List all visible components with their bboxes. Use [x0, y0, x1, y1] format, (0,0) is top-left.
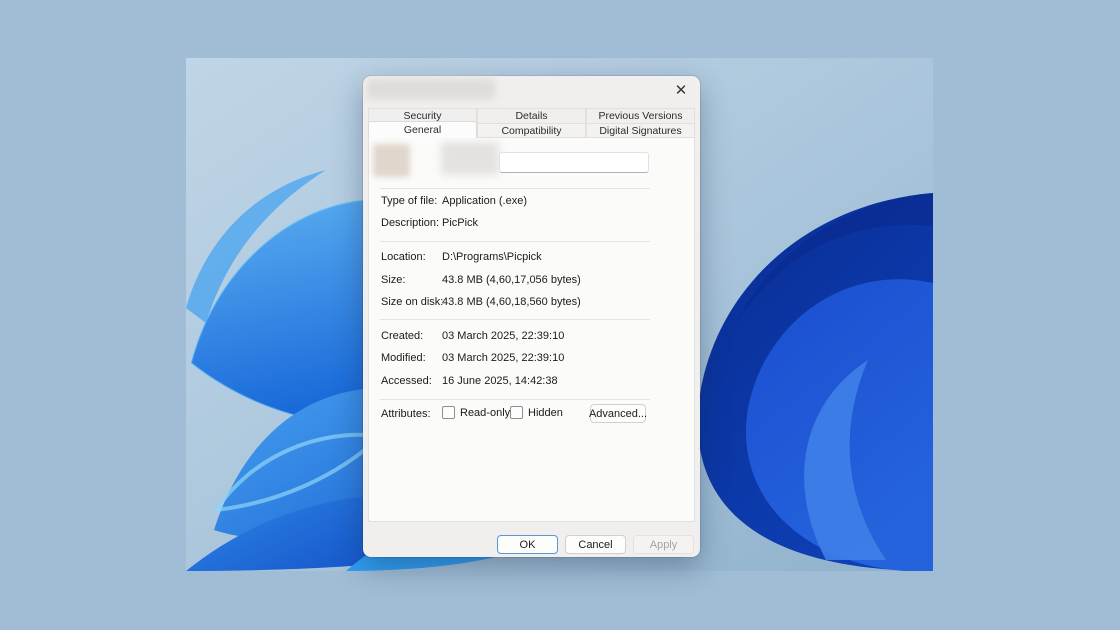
field-created: Created: 03 March 2025, 22:39:10	[369, 330, 694, 343]
field-value: Application (.exe)	[442, 195, 527, 207]
close-button[interactable]: ✕	[668, 78, 694, 102]
field-size: Size: 43.8 MB (4,60,17,056 bytes)	[369, 274, 694, 287]
cancel-button[interactable]: Cancel	[565, 535, 626, 554]
separator	[380, 319, 650, 320]
hidden-checkbox[interactable]: Hidden	[510, 406, 563, 419]
field-value: 16 June 2025, 14:42:38	[442, 375, 558, 387]
checkbox-label: Hidden	[528, 407, 563, 419]
field-value: 03 March 2025, 22:39:10	[442, 330, 564, 342]
field-label: Size on disk:	[381, 296, 443, 308]
field-label: Location:	[381, 251, 426, 263]
general-tab-page: Type of file: Application (.exe) Descrip…	[368, 137, 695, 522]
field-label: Accessed:	[381, 375, 432, 387]
separator	[380, 399, 650, 400]
checkbox-box-icon	[442, 406, 455, 419]
ok-button[interactable]: OK	[497, 535, 558, 554]
field-label: Description:	[381, 217, 439, 229]
field-value: PicPick	[442, 217, 478, 229]
checkbox-box-icon	[510, 406, 523, 419]
field-description: Description: PicPick	[369, 217, 694, 230]
tab-previous-versions[interactable]: Previous Versions	[586, 108, 695, 123]
redacted-file-icon	[373, 144, 410, 177]
field-value: D:\Programs\Picpick	[442, 251, 542, 263]
tab-row-front: General Compatibility Digital Signatures	[368, 123, 695, 138]
field-label: Created:	[381, 330, 423, 342]
field-label: Modified:	[381, 352, 426, 364]
redacted-file-name	[441, 142, 499, 175]
filename-input[interactable]	[499, 152, 649, 173]
field-location: Location: D:\Programs\Picpick	[369, 251, 694, 264]
tab-details[interactable]: Details	[477, 108, 586, 123]
tab-general[interactable]: General	[368, 121, 477, 138]
advanced-button[interactable]: Advanced...	[590, 404, 646, 423]
tab-digital-signatures[interactable]: Digital Signatures	[586, 123, 695, 138]
tab-compatibility[interactable]: Compatibility	[477, 123, 586, 138]
field-type-of-file: Type of file: Application (.exe)	[369, 195, 694, 208]
dialog-titlebar[interactable]: ✕	[363, 76, 700, 104]
separator	[380, 241, 650, 242]
apply-button[interactable]: Apply	[633, 535, 694, 554]
field-value: 43.8 MB (4,60,18,560 bytes)	[442, 296, 581, 308]
redacted-window-title	[367, 79, 495, 99]
attributes-row: Attributes: Read-only Hidden Advanced...	[369, 404, 694, 428]
field-label: Size:	[381, 274, 405, 286]
checkbox-label: Read-only	[460, 407, 510, 419]
tab-strip: Security Details Previous Versions Gener…	[368, 108, 695, 137]
readonly-checkbox[interactable]: Read-only	[442, 406, 510, 419]
file-properties-dialog: ✕ Security Details Previous Versions Gen…	[363, 76, 700, 557]
field-label: Type of file:	[381, 195, 437, 207]
field-value: 43.8 MB (4,60,17,056 bytes)	[442, 274, 581, 286]
field-size-on-disk: Size on disk: 43.8 MB (4,60,18,560 bytes…	[369, 296, 694, 309]
attributes-label: Attributes:	[381, 408, 431, 420]
field-value: 03 March 2025, 22:39:10	[442, 352, 564, 364]
separator	[380, 188, 650, 189]
close-icon: ✕	[675, 81, 688, 99]
field-modified: Modified: 03 March 2025, 22:39:10	[369, 352, 694, 365]
field-accessed: Accessed: 16 June 2025, 14:42:38	[369, 375, 694, 388]
